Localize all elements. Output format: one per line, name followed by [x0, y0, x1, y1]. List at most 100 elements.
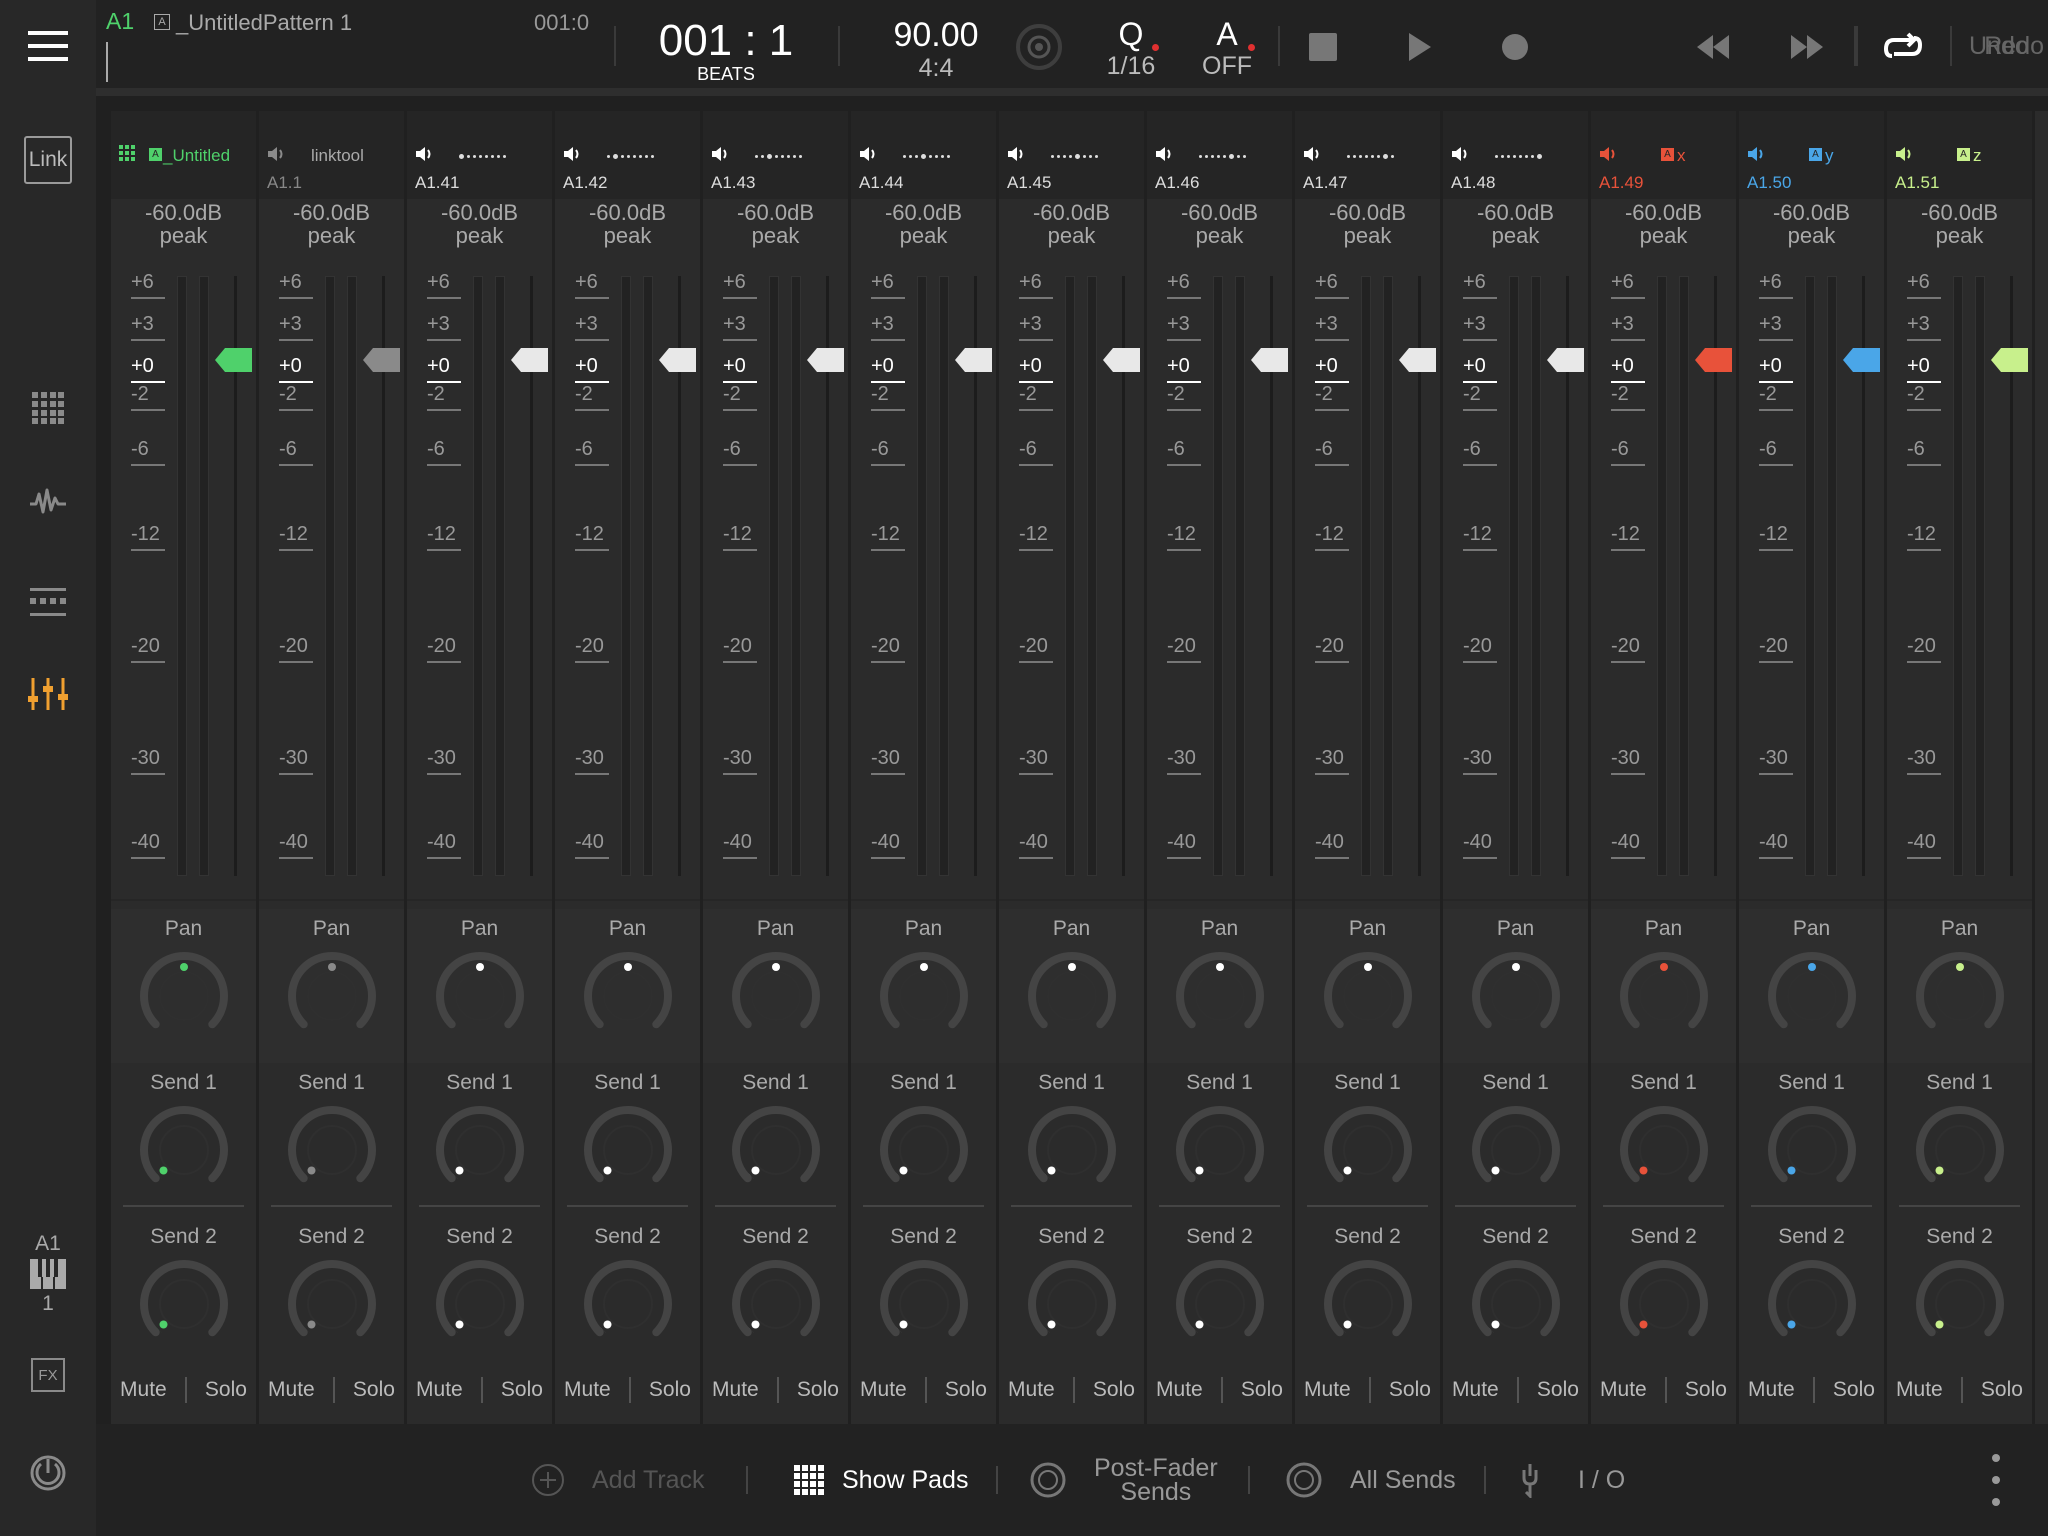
strip-header[interactable]: A1.44	[851, 111, 996, 199]
send2-knob[interactable]	[1025, 1257, 1119, 1351]
stop-button[interactable]	[1302, 26, 1344, 68]
send2-knob[interactable]	[1173, 1257, 1267, 1351]
mute-button[interactable]: Mute	[1600, 1378, 1647, 1402]
position-display[interactable]: 001 : 1 BEATS	[626, 12, 826, 90]
send1-knob[interactable]	[1321, 1103, 1415, 1197]
send2-knob[interactable]	[285, 1257, 379, 1351]
solo-button[interactable]: Solo	[945, 1378, 987, 1402]
send1-knob[interactable]	[729, 1103, 823, 1197]
mute-button[interactable]: Mute	[120, 1378, 167, 1402]
pan-knob[interactable]	[137, 949, 231, 1043]
send1-knob[interactable]	[1173, 1103, 1267, 1197]
strip-header[interactable]: Ay A1.50	[1739, 111, 1884, 199]
peak-display[interactable]: -60.0dB peak	[1295, 201, 1440, 247]
send2-knob[interactable]	[1617, 1257, 1711, 1351]
volume-fader[interactable]	[511, 347, 549, 373]
pan-knob[interactable]	[1173, 949, 1267, 1043]
show-pads-button[interactable]: Show Pads	[794, 1424, 968, 1536]
send2-knob[interactable]	[1321, 1257, 1415, 1351]
volume-fader[interactable]	[1695, 347, 1733, 373]
pads-grid-icon[interactable]	[0, 392, 96, 424]
solo-button[interactable]: Solo	[1981, 1378, 2023, 1402]
mute-button[interactable]: Mute	[712, 1378, 759, 1402]
peak-display[interactable]: -60.0dB peak	[1443, 201, 1588, 247]
send2-knob[interactable]	[729, 1257, 823, 1351]
mute-button[interactable]: Mute	[1008, 1378, 1055, 1402]
menu-icon[interactable]	[0, 28, 96, 64]
peak-display[interactable]: -60.0dB peak	[111, 201, 256, 247]
mute-button[interactable]: Mute	[1748, 1378, 1795, 1402]
peak-display[interactable]: -60.0dB peak	[1887, 201, 2032, 247]
peak-display[interactable]: -60.0dB peak	[1147, 201, 1292, 247]
send1-knob[interactable]	[137, 1103, 231, 1197]
solo-button[interactable]: Solo	[501, 1378, 543, 1402]
power-icon[interactable]	[0, 1454, 96, 1492]
send1-knob[interactable]	[1765, 1103, 1859, 1197]
send1-knob[interactable]	[285, 1103, 379, 1197]
link-button[interactable]: Link	[0, 136, 96, 184]
mute-button[interactable]: Mute	[1304, 1378, 1351, 1402]
mute-button[interactable]: Mute	[1156, 1378, 1203, 1402]
more-options-button[interactable]	[1976, 1454, 2016, 1506]
strip-header[interactable]: A1.47	[1295, 111, 1440, 199]
solo-button[interactable]: Solo	[797, 1378, 839, 1402]
solo-button[interactable]: Solo	[1389, 1378, 1431, 1402]
pan-knob[interactable]	[1321, 949, 1415, 1043]
solo-button[interactable]: Solo	[1241, 1378, 1283, 1402]
mute-button[interactable]: Mute	[564, 1378, 611, 1402]
fast-forward-button[interactable]	[1782, 26, 1832, 68]
volume-fader[interactable]	[1547, 347, 1585, 373]
pan-knob[interactable]	[1765, 949, 1859, 1043]
mute-button[interactable]: Mute	[1452, 1378, 1499, 1402]
add-track-button[interactable]: Add Track	[530, 1424, 705, 1536]
send2-knob[interactable]	[137, 1257, 231, 1351]
send2-knob[interactable]	[1469, 1257, 1563, 1351]
sequencer-icon[interactable]	[0, 586, 96, 618]
volume-fader[interactable]	[1399, 347, 1437, 373]
solo-button[interactable]: Solo	[1685, 1378, 1727, 1402]
pan-knob[interactable]	[433, 949, 527, 1043]
solo-button[interactable]: Solo	[649, 1378, 691, 1402]
send1-knob[interactable]	[581, 1103, 675, 1197]
strip-header[interactable]: A1.45	[999, 111, 1144, 199]
volume-fader[interactable]	[955, 347, 993, 373]
pattern-name[interactable]: _UntitledPattern 1	[176, 10, 352, 36]
pan-knob[interactable]	[729, 949, 823, 1043]
peak-display[interactable]: -60.0dB peak	[999, 201, 1144, 247]
rewind-button[interactable]	[1688, 26, 1738, 68]
send1-knob[interactable]	[1025, 1103, 1119, 1197]
send1-knob[interactable]	[1617, 1103, 1711, 1197]
volume-fader[interactable]	[215, 347, 253, 373]
peak-display[interactable]: -60.0dB peak	[1739, 201, 1884, 247]
mute-button[interactable]: Mute	[268, 1378, 315, 1402]
post-fader-sends-button[interactable]: Post-Fader Sends	[1028, 1424, 1218, 1536]
volume-fader[interactable]	[1251, 347, 1289, 373]
solo-button[interactable]: Solo	[1093, 1378, 1135, 1402]
loop-button[interactable]	[1878, 26, 1928, 68]
send2-knob[interactable]	[877, 1257, 971, 1351]
pan-knob[interactable]	[285, 949, 379, 1043]
strip-header[interactable]: Az A1.51	[1887, 111, 2032, 199]
peak-display[interactable]: -60.0dB peak	[259, 201, 404, 247]
strip-header[interactable]: A1.43	[703, 111, 848, 199]
send1-knob[interactable]	[433, 1103, 527, 1197]
strip-header[interactable]: A1.42	[555, 111, 700, 199]
volume-fader[interactable]	[1843, 347, 1881, 373]
track-selector[interactable]: A1 1	[0, 1232, 96, 1316]
pan-knob[interactable]	[1025, 949, 1119, 1043]
send1-knob[interactable]	[877, 1103, 971, 1197]
play-button[interactable]	[1398, 26, 1440, 68]
peak-display[interactable]: -60.0dB peak	[703, 201, 848, 247]
volume-fader[interactable]	[807, 347, 845, 373]
solo-button[interactable]: Solo	[1537, 1378, 1579, 1402]
send2-knob[interactable]	[1765, 1257, 1859, 1351]
fx-button[interactable]: FX	[0, 1358, 96, 1392]
solo-button[interactable]: Solo	[1833, 1378, 1875, 1402]
peak-display[interactable]: -60.0dB peak	[555, 201, 700, 247]
mute-button[interactable]: Mute	[1896, 1378, 1943, 1402]
mute-button[interactable]: Mute	[860, 1378, 907, 1402]
pan-knob[interactable]	[1913, 949, 2007, 1043]
record-button[interactable]	[1494, 26, 1536, 68]
solo-button[interactable]: Solo	[353, 1378, 395, 1402]
volume-fader[interactable]	[659, 347, 697, 373]
